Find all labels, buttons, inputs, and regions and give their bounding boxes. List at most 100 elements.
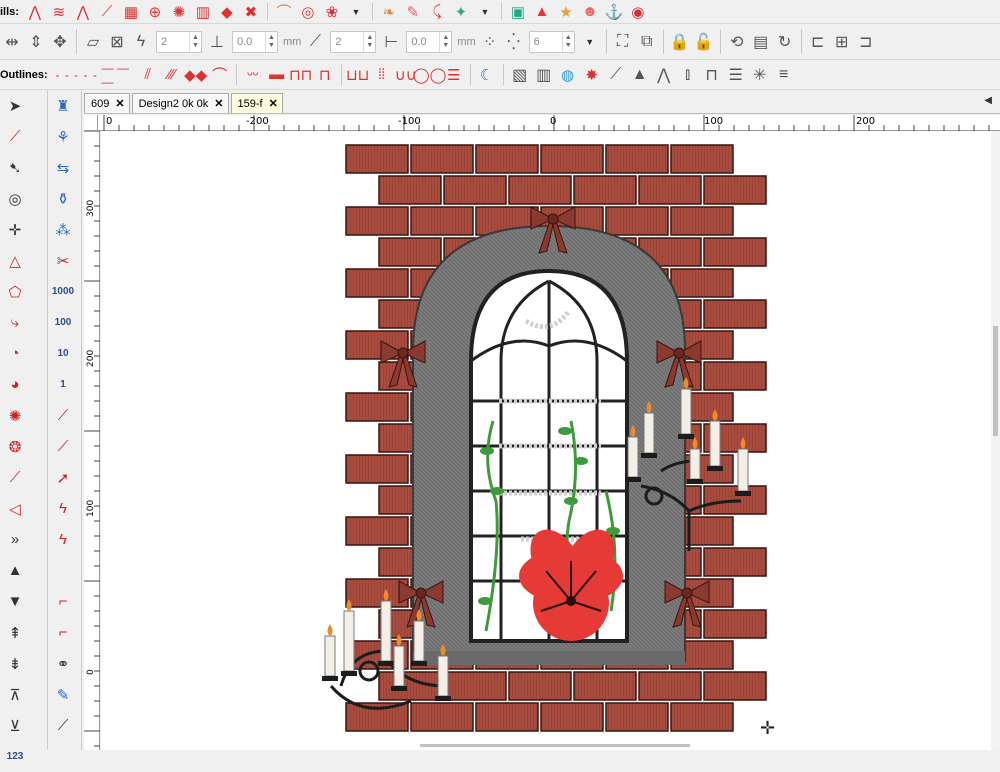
align-left-icon[interactable]: ⊏ [806, 31, 830, 53]
close-icon[interactable]: ✕ [214, 97, 223, 110]
fill-arc-icon[interactable]: ⌒ [272, 1, 296, 23]
zigzag-line-icon[interactable]: ϟ [129, 31, 153, 53]
density-stepper[interactable]: 6 ▲ ▼ [528, 30, 575, 53]
node-3-icon[interactable]: ⌐ [48, 617, 78, 648]
outline-step-icon[interactable]: ⊓⊓ [289, 64, 313, 86]
rotate-icon[interactable]: ↻ [773, 31, 797, 53]
pointer-icon[interactable]: ✛ [0, 214, 30, 245]
scatter-icon[interactable]: ⁂ [48, 214, 78, 245]
shapes-icon[interactable]: ▲ [530, 1, 554, 23]
fill-lines-icon[interactable]: ▥ [191, 1, 215, 23]
cube-icon[interactable]: ◉ [626, 1, 650, 23]
fill-bracket-icon[interactable]: ⊓ [700, 64, 724, 86]
dropdown-icon[interactable]: ▼ [344, 1, 368, 23]
height-stepper[interactable]: 0.0 ▲ ▼ [232, 30, 278, 53]
fill-radial-icon[interactable]: ✳ [748, 64, 772, 86]
fill-wave-icon[interactable]: ⋀ [71, 1, 95, 23]
dropdown-icon[interactable]: ▼ [473, 1, 497, 23]
rings-icon[interactable]: ◎ [0, 183, 30, 214]
bottle-icon[interactable]: ⚱ [48, 183, 78, 214]
stack-icon[interactable]: ⇞ [0, 617, 30, 648]
outline-zigzag-icon[interactable]: ⁄⁄⁄ [160, 64, 184, 86]
bars2-icon[interactable]: ⊻ [0, 710, 30, 741]
fill-hatch-icon[interactable]: ▧ [508, 64, 532, 86]
person-icon[interactable]: ☻ [578, 1, 602, 23]
transform-icon[interactable]: ⟲ [725, 31, 749, 53]
circle-dots-icon[interactable]: ❂ [0, 431, 30, 462]
fill-globe-icon[interactable]: ◍ [556, 64, 580, 86]
curve-icon[interactable]: ⤷ [0, 307, 30, 338]
fill-diamond-icon[interactable]: ◆ [215, 1, 239, 23]
zigzag2-tool-icon[interactable]: ϟ [48, 524, 78, 555]
outline-dash-long-icon[interactable]: — — — [102, 61, 136, 89]
move-icon[interactable]: ⇆ [48, 152, 78, 183]
triangle-node-icon[interactable]: △ [0, 245, 30, 276]
count-stepper[interactable]: 2 ▲ ▼ [156, 30, 202, 53]
shape-node-icon[interactable]: ⬠ [0, 276, 30, 307]
scale-1-tool[interactable]: 1 [48, 369, 78, 400]
scale-100-tool[interactable]: 100 [48, 307, 78, 338]
number-tool[interactable]: 123 [0, 741, 30, 772]
chain-icon[interactable]: ⚭ [48, 648, 78, 679]
outline-slash-icon[interactable]: ⫽ [136, 64, 160, 86]
unlock-icon[interactable]: 🔓 [692, 31, 716, 53]
fill-zigzag-icon[interactable]: ⋀ [23, 1, 47, 23]
select-arrow-icon[interactable]: ➤ [0, 90, 30, 121]
scrollbar-thumb[interactable] [993, 326, 998, 436]
width-stepper[interactable]: 0.0 ▲ ▼ [406, 30, 453, 53]
fill-swirl-icon[interactable]: ◎ [296, 1, 320, 23]
close-icon[interactable]: ✕ [115, 97, 124, 110]
circle-star-icon[interactable]: ✺ [0, 400, 30, 431]
knife-icon[interactable]: ⟋ [48, 710, 78, 741]
spread-icon[interactable]: ⁛ [502, 31, 526, 53]
picture-icon[interactable]: ▣ [506, 1, 530, 23]
outline-wave-icon[interactable]: ᵕᵕ [241, 64, 265, 86]
fill-feather-icon[interactable]: ✎ [401, 1, 425, 23]
outline-box-icon[interactable]: ⊓ [313, 64, 337, 86]
vertical-scrollbar[interactable] [991, 131, 1000, 750]
zigzag-tool-icon[interactable]: ϟ [48, 493, 78, 524]
fill-peak-icon[interactable]: ⋀ [652, 64, 676, 86]
pattern-icon[interactable]: ⟋ [303, 31, 327, 53]
line-node-icon[interactable]: ⟋ [0, 462, 30, 493]
fill-comb-icon[interactable]: ⫾ [676, 64, 700, 86]
book-icon[interactable]: ▤ [749, 31, 773, 53]
arrow-up-icon[interactable]: ▲ [0, 555, 30, 586]
star-icon[interactable]: ★ [554, 1, 578, 23]
repeat-stepper[interactable]: 2 ▲ ▼ [330, 30, 377, 53]
mirror-vertical-icon[interactable]: ⇕ [24, 31, 48, 53]
fill-leaf-icon[interactable]: ❧ [377, 1, 401, 23]
scatter-icon[interactable]: ⁘ [478, 31, 502, 53]
tab-159-f[interactable]: 159-f ✕ [230, 93, 283, 113]
stack-down-icon[interactable]: ⇟ [0, 648, 30, 679]
arrow-down-icon[interactable]: ▼ [0, 586, 30, 617]
fill-grid-icon[interactable]: ▦ [119, 1, 143, 23]
fill-shell-icon[interactable]: ❀ [320, 1, 344, 23]
scissor-icon[interactable]: ✂ [48, 245, 78, 276]
fill-fan-icon[interactable]: ⟋ [604, 64, 628, 86]
scale-1000-tool[interactable]: 1000 [48, 276, 78, 307]
node-1-icon[interactable]: ⌐ [48, 586, 78, 617]
line-3-icon[interactable]: ⟋ [48, 431, 78, 462]
fill-mountain-icon[interactable]: ▲ [628, 64, 652, 86]
line-tool-icon[interactable]: ⟋ [48, 400, 78, 431]
pie2-icon[interactable]: ◕ [0, 369, 30, 400]
horizontal-scrollbar-thumb[interactable] [420, 744, 690, 747]
pen-icon[interactable]: ✎ [48, 679, 78, 710]
outline-dashed-icon[interactable]: - - - - - [52, 64, 102, 86]
fill-circle-icon[interactable]: ⊕ [143, 1, 167, 23]
fill-chevron-icon[interactable]: ≋ [47, 1, 71, 23]
box-icon[interactable]: ⊠ [105, 31, 129, 53]
reshape-icon[interactable]: ⟋ [0, 121, 30, 152]
tab-609[interactable]: 609 ✕ [84, 93, 130, 113]
fill-column-icon[interactable]: ▥ [532, 64, 556, 86]
mirror-horizontal-icon[interactable]: ⇹ [0, 31, 24, 53]
outline-stripes-icon[interactable]: ☰ [442, 64, 466, 86]
lasso-icon[interactable]: ➷ [0, 152, 30, 183]
fill-stitch-icon[interactable]: ⟋ [95, 1, 119, 23]
triangle-icon[interactable]: ◁ [0, 493, 30, 524]
align-center-icon[interactable]: ⊞ [830, 31, 854, 53]
hook-icon[interactable]: ⚓ [602, 1, 626, 23]
tab-design2[interactable]: Design2 0k 0k ✕ [131, 93, 229, 113]
select-frame-icon[interactable]: ⛶ [611, 31, 635, 53]
